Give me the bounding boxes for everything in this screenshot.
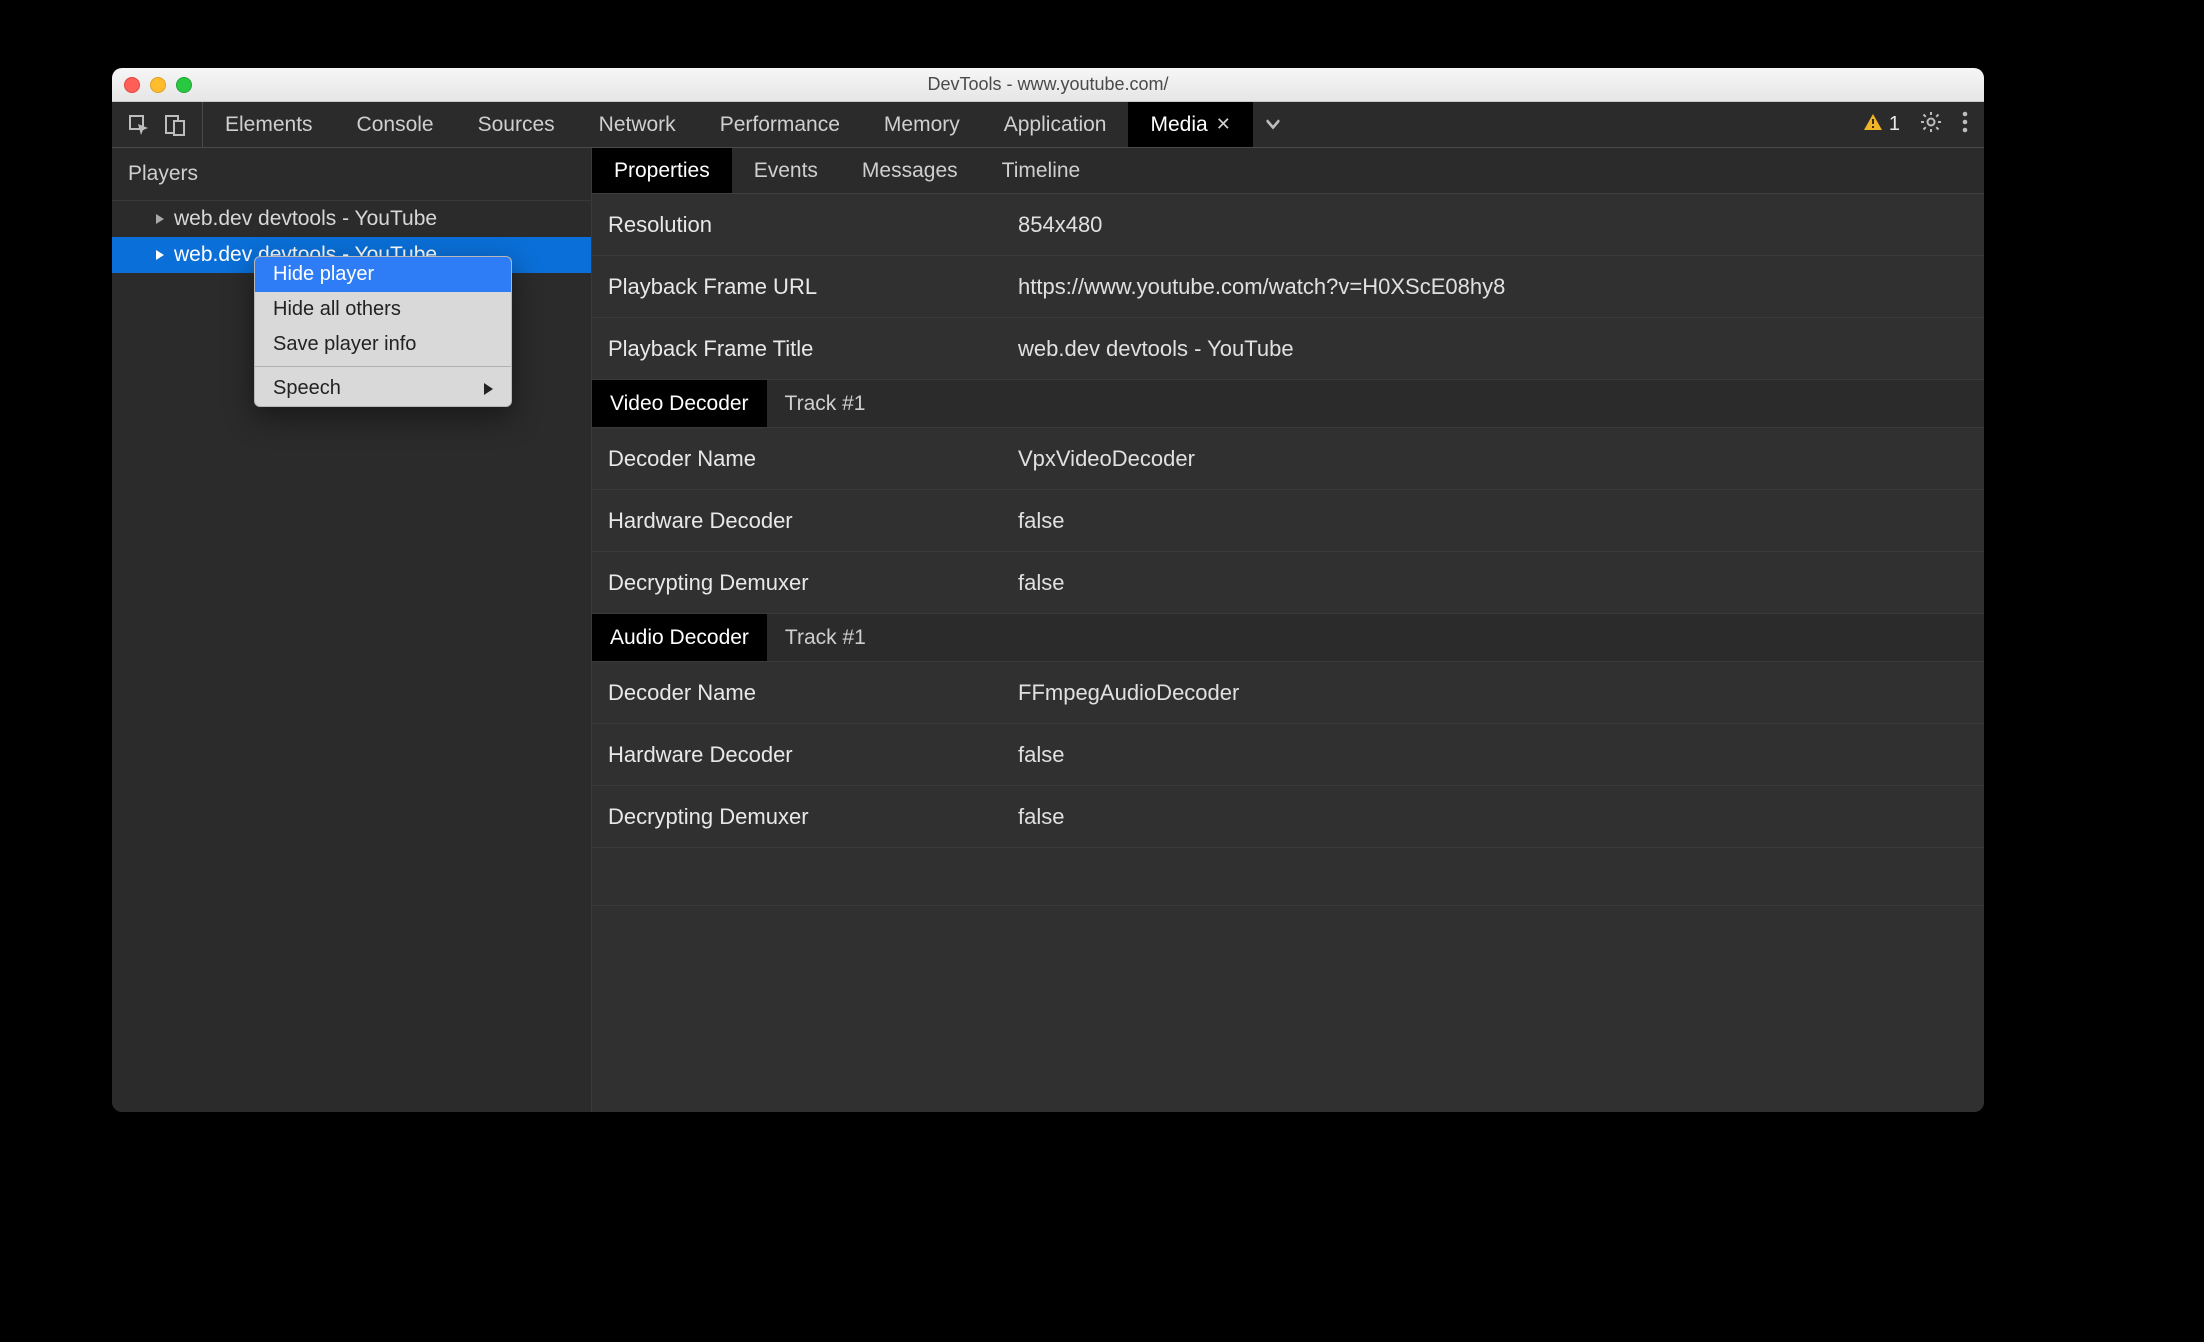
prop-row: Decoder Name FFmpegAudioDecoder — [592, 662, 1984, 724]
prop-row: Decoder Name VpxVideoDecoder — [592, 428, 1984, 490]
warnings-count: 1 — [1889, 113, 1900, 136]
tab-sources[interactable]: Sources — [456, 102, 577, 147]
prop-key: Decrypting Demuxer — [592, 570, 1018, 596]
prop-val: FFmpegAudioDecoder — [1018, 680, 1984, 706]
prop-val: 854x480 — [1018, 212, 1984, 238]
tab-application[interactable]: Application — [982, 102, 1129, 147]
prop-row: Hardware Decoder false — [592, 724, 1984, 786]
play-icon — [156, 250, 164, 260]
context-speech[interactable]: Speech — [255, 371, 511, 406]
prop-row: Playback Frame Title web.dev devtools - … — [592, 318, 1984, 380]
toolbar-right: 1 — [1847, 102, 1984, 147]
prop-key: Hardware Decoder — [592, 508, 1018, 534]
blank-row — [592, 906, 1984, 964]
window-title: DevTools - www.youtube.com/ — [927, 74, 1168, 95]
prop-key: Resolution — [592, 212, 1018, 238]
warning-icon — [1863, 112, 1883, 138]
tab-media[interactable]: Media ✕ — [1128, 102, 1252, 147]
context-save-player-info[interactable]: Save player info — [255, 327, 511, 362]
prop-val: false — [1018, 742, 1984, 768]
blank-row — [592, 848, 1984, 906]
traffic-lights — [124, 77, 192, 93]
subtab-timeline[interactable]: Timeline — [980, 148, 1103, 193]
prop-row: Hardware Decoder false — [592, 490, 1984, 552]
prop-row: Playback Frame URL https://www.youtube.c… — [592, 256, 1984, 318]
player-item[interactable]: web.dev devtools - YouTube — [112, 201, 591, 237]
prop-val: VpxVideoDecoder — [1018, 446, 1984, 472]
content: Properties Events Messages Timeline Reso… — [592, 148, 1984, 1112]
warnings-badge[interactable]: 1 — [1863, 112, 1900, 138]
section-audio-decoder: Audio Decoder Track #1 — [592, 614, 1984, 662]
section-track[interactable]: Track #1 — [767, 614, 884, 661]
context-menu: Hide player Hide all others Save player … — [254, 256, 512, 407]
subtab-events[interactable]: Events — [732, 148, 840, 193]
tab-elements[interactable]: Elements — [203, 102, 335, 147]
sub-tabs: Properties Events Messages Timeline — [592, 148, 1984, 194]
prop-val: false — [1018, 508, 1984, 534]
tab-memory[interactable]: Memory — [862, 102, 982, 147]
tab-console[interactable]: Console — [335, 102, 456, 147]
subtab-messages[interactable]: Messages — [840, 148, 980, 193]
context-separator — [255, 366, 511, 367]
prop-key: Playback Frame Title — [592, 336, 1018, 362]
section-label: Video Decoder — [592, 380, 767, 427]
settings-icon[interactable] — [1920, 111, 1942, 139]
submenu-arrow-icon — [484, 383, 493, 395]
prop-key: Decoder Name — [592, 446, 1018, 472]
context-hide-all-others[interactable]: Hide all others — [255, 292, 511, 327]
section-label: Audio Decoder — [592, 614, 767, 661]
tab-media-label: Media — [1150, 113, 1207, 137]
context-item-label: Speech — [273, 377, 341, 400]
context-item-label: Hide all others — [273, 298, 401, 321]
prop-row: Resolution 854x480 — [592, 194, 1984, 256]
more-tabs-button[interactable] — [1253, 102, 1293, 147]
prop-key: Playback Frame URL — [592, 274, 1018, 300]
prop-row: Decrypting Demuxer false — [592, 552, 1984, 614]
prop-val: false — [1018, 570, 1984, 596]
devtools-window: DevTools - www.youtube.com/ Elements Con… — [112, 68, 1984, 1112]
prop-key: Decrypting Demuxer — [592, 804, 1018, 830]
properties-table: Resolution 854x480 Playback Frame URL ht… — [592, 194, 1984, 1112]
context-hide-player[interactable]: Hide player — [255, 257, 511, 292]
inspect-element-icon[interactable] — [128, 114, 150, 136]
maximize-window-button[interactable] — [176, 77, 192, 93]
context-item-label: Hide player — [273, 263, 374, 286]
body: Players web.dev devtools - YouTube web.d… — [112, 148, 1984, 1112]
play-icon — [156, 214, 164, 224]
close-window-button[interactable] — [124, 77, 140, 93]
context-item-label: Save player info — [273, 333, 416, 356]
prop-row: Decrypting Demuxer false — [592, 786, 1984, 848]
tab-close-icon[interactable]: ✕ — [1216, 114, 1231, 135]
section-track[interactable]: Track #1 — [767, 380, 884, 427]
device-toggle-icon[interactable] — [164, 114, 186, 136]
section-video-decoder: Video Decoder Track #1 — [592, 380, 1984, 428]
tab-network[interactable]: Network — [577, 102, 698, 147]
sidebar-header: Players — [112, 148, 591, 201]
minimize-window-button[interactable] — [150, 77, 166, 93]
kebab-menu-icon[interactable] — [1962, 111, 1968, 139]
subtab-properties[interactable]: Properties — [592, 148, 732, 193]
titlebar: DevTools - www.youtube.com/ — [112, 68, 1984, 102]
prop-val: web.dev devtools - YouTube — [1018, 336, 1984, 362]
sidebar: Players web.dev devtools - YouTube web.d… — [112, 148, 592, 1112]
panel-tabs: Elements Console Sources Network Perform… — [203, 102, 1847, 147]
prop-key: Decoder Name — [592, 680, 1018, 706]
prop-key: Hardware Decoder — [592, 742, 1018, 768]
prop-val: false — [1018, 804, 1984, 830]
inspect-tools — [112, 102, 203, 147]
prop-val: https://www.youtube.com/watch?v=H0XScE08… — [1018, 274, 1984, 300]
tab-performance[interactable]: Performance — [698, 102, 862, 147]
player-label: web.dev devtools - YouTube — [174, 207, 437, 231]
devtools-toolbar: Elements Console Sources Network Perform… — [112, 102, 1984, 148]
